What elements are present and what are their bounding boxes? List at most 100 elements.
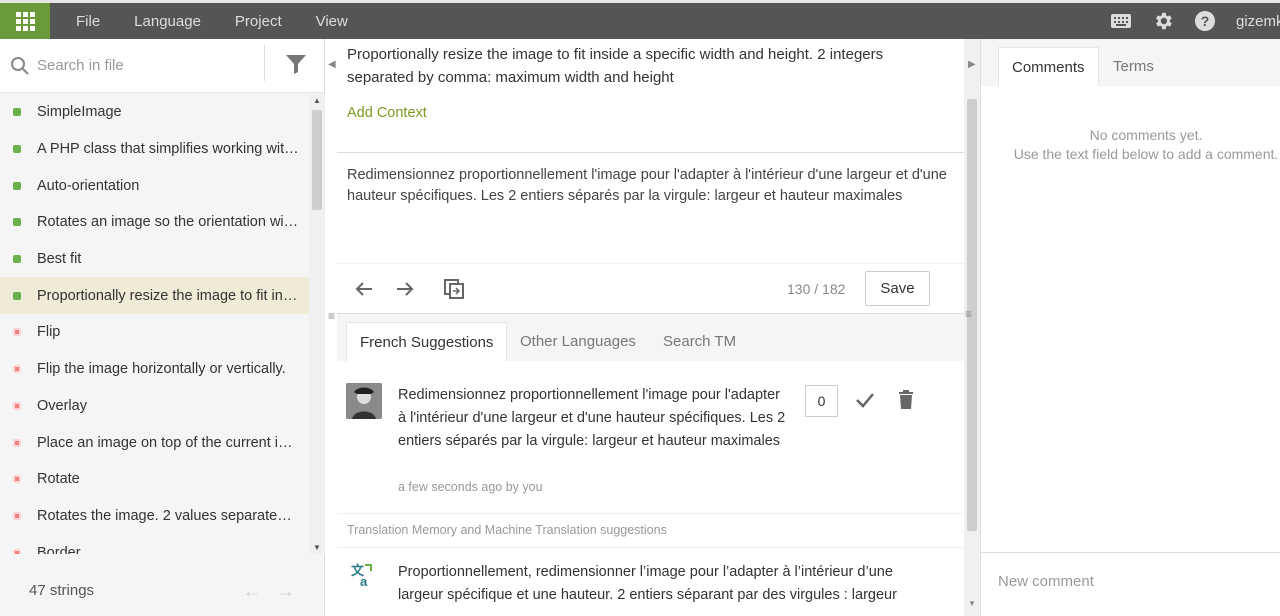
- avatar: [346, 383, 382, 419]
- sidebar-scrollbar[interactable]: ▲ ▼: [309, 94, 325, 554]
- menu-project[interactable]: Project: [235, 13, 282, 30]
- list-item[interactable]: Best fit: [0, 241, 309, 278]
- list-item[interactable]: Rotates an image so the orientation will…: [0, 204, 309, 241]
- translate-icon: 文a: [351, 563, 372, 588]
- status-dot-icon: [13, 511, 21, 520]
- user-name[interactable]: gizemk: [1236, 13, 1280, 30]
- list-item[interactable]: Flip the image horizontally or verticall…: [0, 351, 309, 388]
- tab-search-tm[interactable]: Search TM: [650, 322, 749, 361]
- status-dot-icon: [13, 145, 21, 154]
- top-right-tools: ? gizemk: [1110, 3, 1280, 39]
- collapse-right-icon[interactable]: ▶: [968, 59, 976, 70]
- strings-list: SimpleImage A PHP class that simplifies w…: [0, 94, 309, 554]
- suggestion-tabs: French Suggestions Other Languages Searc…: [337, 314, 964, 361]
- translation-textarea[interactable]: Redimensionnez proportionnellement l'ima…: [347, 165, 957, 207]
- strings-count: 47 strings: [29, 581, 95, 599]
- trash-icon[interactable]: [897, 389, 915, 409]
- list-item[interactable]: SimpleImage: [0, 94, 309, 131]
- list-item-label: Auto-orientation: [37, 177, 140, 194]
- menu-language[interactable]: Language: [134, 13, 201, 30]
- no-comments-line2: Use the text field below to add a commen…: [1013, 146, 1279, 162]
- list-item[interactable]: Overlay: [0, 388, 309, 425]
- svg-text:a: a: [360, 574, 368, 588]
- list-item[interactable]: Place an image on top of the current ima…: [0, 424, 309, 461]
- no-comments-message: No comments yet. Use the text field belo…: [981, 126, 1280, 164]
- left-splitter[interactable]: ◀ ≡: [325, 39, 337, 616]
- new-comment-input[interactable]: [998, 573, 1258, 590]
- next-page-button[interactable]: →: [277, 581, 295, 602]
- status-dot-icon: [13, 365, 21, 374]
- keyboard-icon[interactable]: [1110, 10, 1132, 32]
- list-item-label: Rotate: [37, 471, 80, 488]
- list-item[interactable]: Flip: [0, 314, 309, 351]
- scroll-down-arrow[interactable]: ▼: [313, 543, 321, 552]
- top-bar: File Language Project View ? gizemk: [0, 3, 1280, 39]
- tm-suggestion-text: Proportionnellement, redimensionner l’im…: [398, 564, 897, 603]
- scroll-up-arrow[interactable]: ▲: [313, 96, 321, 105]
- main-menu: File Language Project View: [76, 13, 382, 30]
- search-input[interactable]: [37, 57, 257, 74]
- sidebar-scroll-thumb[interactable]: [312, 110, 322, 210]
- list-item[interactable]: Rotates the image. 2 values separated by…: [0, 498, 309, 535]
- status-dot-icon: [13, 291, 21, 300]
- status-dot-icon: [13, 108, 21, 117]
- apps-button[interactable]: [0, 3, 50, 39]
- copy-source-icon[interactable]: [443, 278, 465, 300]
- list-item[interactable]: Border: [0, 534, 309, 554]
- status-dot-icon: [13, 475, 21, 484]
- list-item-label: Flip the image horizontally or verticall…: [37, 361, 286, 378]
- previous-string-icon[interactable]: [353, 278, 375, 300]
- approve-icon[interactable]: [855, 391, 875, 409]
- strings-sidebar: SimpleImage A PHP class that simplifies w…: [0, 39, 325, 616]
- status-dot-icon: [13, 548, 21, 554]
- editor-divider: [337, 152, 964, 153]
- list-item-label: Overlay: [37, 397, 87, 414]
- help-icon[interactable]: ?: [1194, 10, 1216, 32]
- scroll-down-arrow-main[interactable]: ▼: [968, 599, 976, 608]
- status-dot-icon: [13, 181, 21, 190]
- status-dot-icon: [13, 218, 21, 227]
- list-item-label: Best fit: [37, 251, 82, 268]
- tab-comments[interactable]: Comments: [998, 47, 1099, 86]
- string-progress: 130 / 182: [787, 281, 846, 297]
- list-item[interactable]: Rotate: [0, 461, 309, 498]
- menu-view[interactable]: View: [316, 13, 348, 30]
- sidebar-footer: 47 strings ← →: [0, 564, 325, 616]
- editor-panel: Proportionally resize the image to fit i…: [337, 39, 964, 616]
- new-comment-area: [981, 552, 1280, 616]
- list-item-label: Proportionally resize the image to fit i…: [37, 287, 299, 304]
- tab-terms[interactable]: Terms: [1100, 47, 1167, 86]
- next-string-icon[interactable]: [394, 278, 416, 300]
- suggestion-meta: a few seconds ago by you: [398, 480, 543, 494]
- prev-page-button[interactable]: ←: [243, 581, 261, 602]
- splitter-grip-icon-right[interactable]: ≡: [965, 307, 972, 321]
- collapse-left-icon[interactable]: ◀: [328, 59, 336, 70]
- list-item-label: Rotates the image. 2 values separated by…: [37, 507, 299, 524]
- tab-french-suggestions[interactable]: French Suggestions: [346, 322, 508, 361]
- gear-icon[interactable]: [1152, 10, 1174, 32]
- filter-icon[interactable]: [285, 53, 307, 75]
- editor-toolbar: 130 / 182 Save: [337, 263, 964, 314]
- suggestion-text: Redimensionnez proportionnellement l'ima…: [398, 387, 786, 449]
- vote-count: 0: [805, 385, 838, 417]
- comments-panel: Comments Terms No comments yet. Use the …: [980, 39, 1280, 616]
- list-item-label: Flip: [37, 324, 61, 341]
- save-button[interactable]: Save: [865, 271, 930, 306]
- list-item-label: SimpleImage: [37, 104, 122, 121]
- list-item[interactable]: Auto-orientation: [0, 167, 309, 204]
- editor-scrollbar[interactable]: ▶ ≡ ▼: [964, 39, 980, 616]
- add-context-link[interactable]: Add Context: [347, 105, 427, 121]
- menu-file[interactable]: File: [76, 13, 100, 30]
- search-bar: [0, 39, 324, 93]
- splitter-grip-icon[interactable]: ≡: [328, 309, 335, 323]
- list-item-label: A PHP class that simplifies working with…: [37, 141, 299, 158]
- svg-text:?: ?: [1201, 13, 1210, 29]
- source-string: Proportionally resize the image to fit i…: [347, 46, 884, 86]
- status-dot-icon: [13, 255, 21, 264]
- tab-other-languages[interactable]: Other Languages: [507, 322, 649, 361]
- status-dot-icon: [13, 401, 21, 410]
- list-item[interactable]: A PHP class that simplifies working with…: [0, 131, 309, 168]
- search-icon: [11, 56, 29, 75]
- list-item[interactable]: Proportionally resize the image to fit i…: [0, 277, 309, 315]
- comment-tabs: Comments Terms: [981, 39, 1280, 86]
